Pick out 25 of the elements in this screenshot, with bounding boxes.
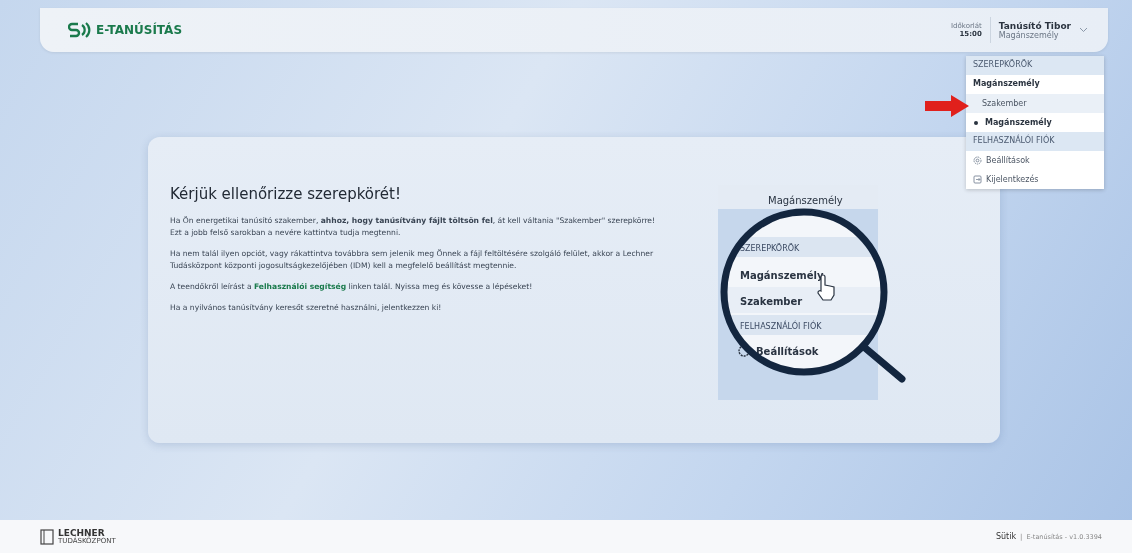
cookies-link[interactable]: Sütik	[995, 532, 1017, 541]
menu-item[interactable]: Szakember	[966, 94, 1104, 113]
logout-icon	[973, 175, 982, 184]
illustration-text: Szakember	[740, 296, 803, 307]
illustration-text: Magánszemély	[740, 270, 824, 281]
illustration-text: SZEREPKÖRÖK	[740, 244, 800, 253]
menu-item[interactable]: Magánszemély	[966, 113, 1104, 132]
card-title: Kérjük ellenőrizze szerepkörét!	[170, 185, 402, 203]
logo-icon	[68, 21, 92, 39]
user-menu-button[interactable]: Tanúsító Tibor Magánszemély	[998, 20, 1071, 40]
menu-group-label: Magánszemély	[972, 77, 1041, 90]
logo-icon	[40, 528, 54, 545]
chevron-down-icon[interactable]	[1079, 27, 1088, 33]
gear-icon	[973, 156, 982, 165]
illustration-text: FELHASZNÁLÓI FIÓK	[740, 322, 822, 331]
menu-section-header: FELHASZNÁLÓI FIÓK	[966, 132, 1104, 151]
footer-logo-text: LECHNER	[58, 528, 105, 538]
illustration-text: Beállítások	[756, 346, 819, 357]
gear-icon	[738, 345, 750, 357]
pointer-arrow	[925, 95, 969, 117]
menu-item[interactable]: Kijelentkezés	[966, 170, 1104, 189]
menu-item[interactable]: Beállítások	[966, 151, 1104, 170]
logo-text: E-TANÚSÍTÁS	[96, 23, 183, 37]
menu-section-header: SZEREPKÖRÖK	[966, 56, 1104, 75]
illustration-text: Magánszemély	[768, 195, 843, 206]
